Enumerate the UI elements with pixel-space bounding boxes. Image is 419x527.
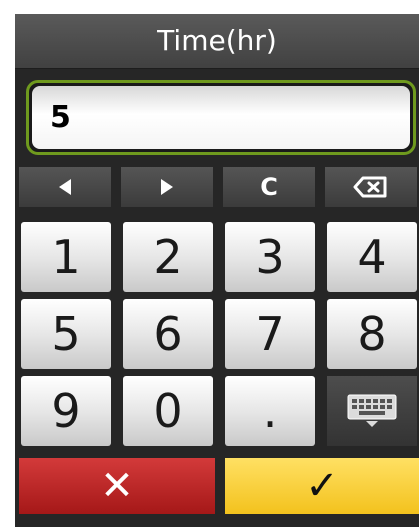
key-decimal[interactable]: .: [225, 376, 315, 446]
keyboard-toggle-button[interactable]: [327, 376, 417, 446]
key-9[interactable]: 9: [21, 376, 111, 446]
backspace-button[interactable]: [325, 167, 417, 207]
clear-button[interactable]: C: [223, 167, 315, 207]
dialog-title: Time(hr): [15, 14, 419, 69]
right-arrow-icon: [161, 179, 173, 195]
backspace-icon: [353, 176, 387, 198]
cancel-button[interactable]: ✕: [19, 458, 215, 514]
key-2[interactable]: 2: [123, 222, 213, 292]
key-3[interactable]: 3: [225, 222, 315, 292]
key-5[interactable]: 5: [21, 299, 111, 369]
key-0[interactable]: 0: [123, 376, 213, 446]
cursor-left-button[interactable]: [19, 167, 111, 207]
left-arrow-icon: [59, 179, 71, 195]
value-field-frame: 5: [26, 80, 416, 155]
key-8[interactable]: 8: [327, 299, 417, 369]
keyboard-icon: [347, 394, 397, 427]
key-4[interactable]: 4: [327, 222, 417, 292]
confirm-button[interactable]: ✓: [225, 458, 419, 514]
key-6[interactable]: 6: [123, 299, 213, 369]
value-input[interactable]: 5: [32, 86, 410, 149]
key-7[interactable]: 7: [225, 299, 315, 369]
cursor-right-button[interactable]: [121, 167, 213, 207]
numeric-input-dialog: Time(hr) 5 C 1 2 3 4 5 6 7 8 9 0 . ✕ ✓: [15, 14, 419, 527]
key-1[interactable]: 1: [21, 222, 111, 292]
